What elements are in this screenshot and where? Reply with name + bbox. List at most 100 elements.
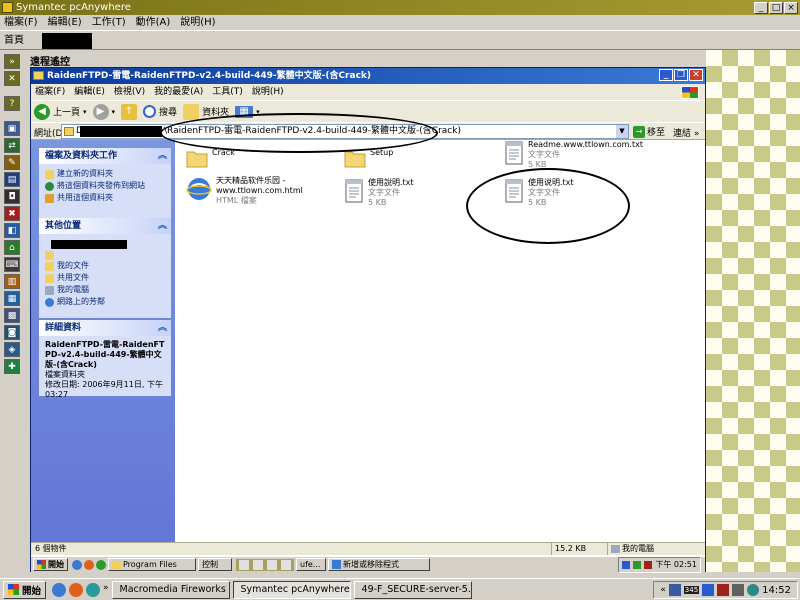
minimize-button[interactable]: _ <box>659 69 673 81</box>
taskbar-item-pcanywhere[interactable]: Symantec pcAnywhere <box>232 580 351 599</box>
close-button[interactable]: × <box>784 2 798 14</box>
update-icon[interactable] <box>747 584 760 596</box>
end-session-icon[interactable]: ✕ <box>4 71 20 86</box>
taskbar-item-fireworks[interactable]: Macromedia Fireworks M... <box>111 580 230 599</box>
chat-icon[interactable]: ◧ <box>4 223 20 238</box>
explorer-titlebar[interactable]: RaidenFTPD-雷電-RaidenFTPD-v2.4-build-449-… <box>31 68 705 84</box>
file-item[interactable]: Readme.www.ttlown.com.txt 文字文件 5 KB <box>504 140 643 170</box>
quick-launch-more-icon[interactable]: » <box>103 583 109 597</box>
remote-icon[interactable]: ◈ <box>4 342 20 357</box>
help-icon[interactable] <box>281 559 291 570</box>
home-tab[interactable]: 首頁 <box>4 34 24 48</box>
expand-icon[interactable]: » <box>4 54 20 69</box>
place-shared-documents[interactable]: 共用文件 <box>45 272 167 284</box>
network-icon <box>45 297 54 307</box>
menu-help[interactable]: 說明(H) <box>180 15 215 30</box>
menu-edit[interactable]: 編輯(E) <box>48 15 82 30</box>
close-button[interactable]: ✕ <box>689 69 703 81</box>
task-publish-web[interactable]: 將這個資料夾發佈到網站 <box>45 180 167 192</box>
remote-task-ufe[interactable]: ufe... <box>296 558 326 571</box>
file-item[interactable]: 天天精品软件乐园 -www.ttlown.com.html HTML 檔案 <box>186 176 326 206</box>
app-icon[interactable] <box>96 559 106 570</box>
forward-button[interactable]: ▶ ▾ <box>92 103 115 120</box>
tray-icon[interactable] <box>622 560 631 569</box>
outer-window-titlebar[interactable]: Symantec pcAnywhere _ □ × <box>0 0 800 15</box>
menu-file[interactable]: 檔案(F) <box>35 84 65 100</box>
place-network[interactable]: 網路上的芳鄰 <box>45 296 167 308</box>
file-item[interactable]: Crack <box>186 148 235 168</box>
help-icon[interactable]: ? <box>4 96 20 111</box>
shield-icon[interactable] <box>702 584 715 596</box>
minimize-button[interactable]: _ <box>754 2 768 14</box>
fullscreen-icon[interactable]: ◘ <box>4 189 20 204</box>
add-icon[interactable]: ✚ <box>4 359 20 374</box>
file-item[interactable]: 使用說明.txt 文字文件 5 KB <box>344 178 414 208</box>
search-button[interactable]: 搜尋 <box>143 105 177 118</box>
antivirus-icon[interactable] <box>717 584 730 596</box>
transfer-icon[interactable]: ⇄ <box>4 138 20 153</box>
windows-logo-icon <box>8 584 19 595</box>
monitor-icon[interactable]: ▤ <box>4 172 20 187</box>
panel-header[interactable]: 其他位置 ︽ <box>39 218 171 234</box>
panel-header[interactable]: 檔案及資料夾工作 ︽ <box>39 148 171 164</box>
address-dropdown-button[interactable]: ▼ <box>616 125 628 138</box>
collapse-chevron-icon[interactable]: ︽ <box>158 218 167 234</box>
edit-icon[interactable]: ✎ <box>4 155 20 170</box>
network-tray-icon[interactable] <box>668 584 681 596</box>
screen-icon[interactable]: ▣ <box>4 121 20 136</box>
menu-help[interactable]: 說明(H) <box>252 84 284 100</box>
panel-header[interactable]: 詳細資料 ︽ <box>39 320 171 336</box>
place-my-documents[interactable]: 我的文件 <box>45 260 167 272</box>
maximize-button[interactable]: □ <box>769 2 783 14</box>
pen-icon[interactable] <box>253 559 263 570</box>
file-transfer-icon[interactable]: ▦ <box>4 291 20 306</box>
app-icon[interactable] <box>86 582 101 597</box>
ie-icon[interactable] <box>72 559 82 570</box>
browser-icon[interactable] <box>69 582 84 597</box>
restore-button[interactable]: ❐ <box>674 69 688 81</box>
tray-badge[interactable]: 345 <box>683 586 700 594</box>
remote-start-button[interactable]: 開始 <box>33 558 68 571</box>
taskbar-item-fsecure[interactable]: 49-F_SECURE-server-5.5... <box>353 580 472 599</box>
keyboard-icon[interactable]: ⌨ <box>4 257 20 272</box>
network-icon[interactable]: ⌂ <box>4 240 20 255</box>
browser-icon[interactable] <box>84 559 94 570</box>
go-button[interactable]: → 移至 <box>633 125 665 138</box>
panel-title: 詳細資料 <box>45 323 82 333</box>
back-button[interactable]: ◀ 上一頁 ▾ <box>34 103 87 120</box>
tray-icon[interactable] <box>644 560 653 569</box>
menu-favorites[interactable]: 我的最愛(A) <box>154 84 203 100</box>
links-button[interactable]: 連結 » <box>673 126 699 139</box>
tray-icon[interactable] <box>633 560 642 569</box>
collapse-chevron-icon[interactable]: ︽ <box>158 320 167 336</box>
remote-task-program-files[interactable]: Program Files <box>108 558 196 571</box>
task-new-folder[interactable]: 建立新的資料夾 <box>45 168 167 180</box>
place-blank[interactable] <box>45 251 167 260</box>
clipboard-icon[interactable]: ▥ <box>4 274 20 289</box>
up-folder-button[interactable]: ↑ <box>121 103 138 120</box>
menu-tools[interactable]: 工具(T) <box>212 84 243 100</box>
collapse-chevron-icon[interactable]: ︽ <box>158 148 167 164</box>
remote-task-add-remove[interactable]: 新增或移除程式 <box>328 558 430 571</box>
menu-tools[interactable]: 工作(T) <box>92 15 126 30</box>
screen-icon[interactable] <box>267 559 277 570</box>
ie-icon[interactable] <box>52 582 67 597</box>
menu-action[interactable]: 動作(A) <box>136 15 171 30</box>
home-bar: 首頁 <box>0 30 800 50</box>
camera-icon[interactable]: ◙ <box>4 325 20 340</box>
task-share-folder[interactable]: 共用這個資料夾 <box>45 192 167 204</box>
links-label: 連結 <box>673 129 692 139</box>
place-my-computer[interactable]: 我的電腦 <box>45 284 167 296</box>
menu-edit[interactable]: 編輯(E) <box>74 84 105 100</box>
keyboard-icon[interactable] <box>239 559 249 570</box>
menu-view[interactable]: 檢視(V) <box>114 84 145 100</box>
tray-expand-icon[interactable]: « <box>660 585 666 595</box>
details-panel: 詳細資料 ︽ RaidenFTPD-雷電-RaidenFTPD-v2.4-bui… <box>39 320 171 399</box>
start-button[interactable]: 開始 <box>3 580 47 599</box>
remote-task-control[interactable]: 控制 <box>198 558 232 571</box>
remote-taskbar: 開始 Program Files 控制 ufe... 新增或移除程式 下午 02… <box>31 556 705 573</box>
volume-icon[interactable] <box>732 584 745 596</box>
stop-icon[interactable]: ✖ <box>4 206 20 221</box>
menu-file[interactable]: 檔案(F) <box>4 15 38 30</box>
print-icon[interactable]: ▩ <box>4 308 20 323</box>
